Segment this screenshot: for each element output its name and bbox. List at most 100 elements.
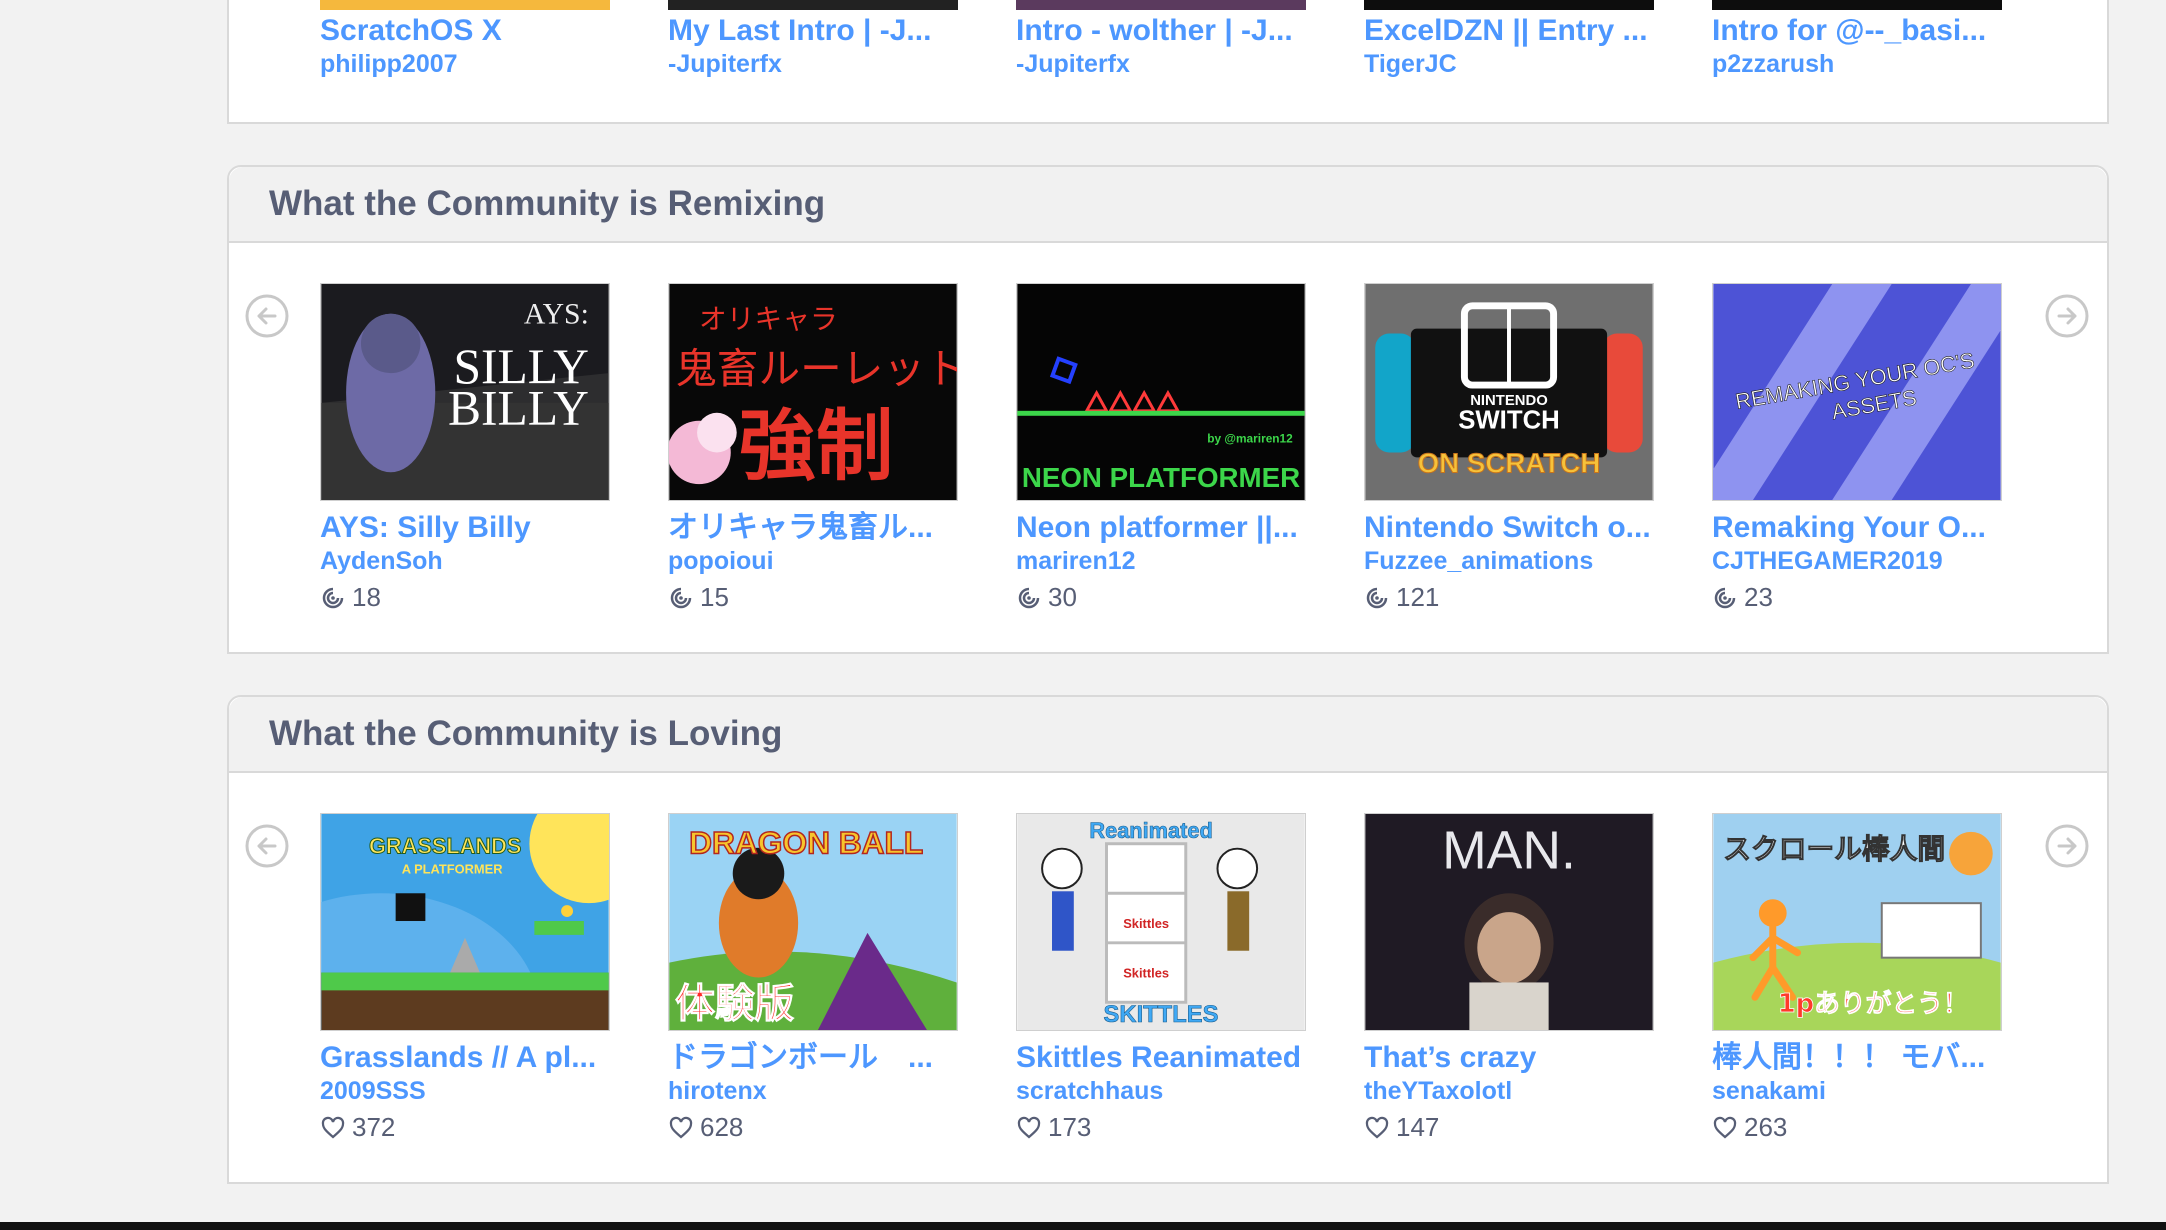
loving-section: What the Community is Loving GRASSLANDS … [227,695,2109,1184]
remix-count: 23 [1712,582,2002,613]
project-author[interactable]: mariren12 [1016,546,1306,576]
project-author[interactable]: senakami [1712,1076,2002,1106]
love-count: 628 [668,1112,958,1143]
project-card[interactable]: by @mariren12 NEON PLATFORMER Neon platf… [1016,283,1306,613]
top-project-card[interactable]: Intro for @--_basi... p2zzarush [1712,0,2002,79]
love-count-value: 147 [1396,1112,1440,1142]
arrow-left-icon[interactable] [244,823,290,869]
project-author[interactable]: TigerJC [1364,49,1654,79]
remix-icon [1714,587,1736,608]
section-header: What the Community is Remixing [229,167,2107,243]
love-count: 173 [1016,1112,1306,1143]
project-title[interactable]: Neon platformer ||... [1016,511,1306,545]
project-title[interactable]: That’s crazy [1364,1041,1654,1075]
top-project-card[interactable]: ScratchOS X philipp2007 [320,0,610,79]
project-title[interactable]: Grasslands // A pl... [320,1041,610,1075]
project-author[interactable]: -Jupiterfx [668,49,958,79]
remix-count: 30 [1016,582,1306,613]
project-title[interactable]: ExcelDZN || Entry ... [1364,14,1654,48]
project-title[interactable]: Nintendo Switch o... [1364,511,1654,545]
project-card[interactable]: AYS: SILLY BILLY AYS: Silly Billy AydenS… [320,283,610,613]
project-title[interactable]: Intro for @--_basi... [1712,14,2002,48]
project-card[interactable]: DRAGON BALL 体験版 ドラゴンボール ... hirotenx 628 [668,813,958,1143]
remixing-section: What the Community is Remixing AYS: SILL… [227,165,2109,654]
project-thumbnail[interactable] [1364,0,1654,10]
project-author[interactable]: -Jupiterfx [1016,49,1306,79]
project-carousel: GRASSLANDS A PLATFORMER Grasslands // A … [320,813,2060,1153]
love-count-value: 372 [352,1112,396,1142]
project-thumbnail[interactable]: AYS: SILLY BILLY [320,283,610,501]
project-thumbnail[interactable]: DRAGON BALL 体験版 [668,813,958,1031]
thumb-text: AYS: [524,299,589,331]
heart-icon [1713,1116,1737,1138]
project-author[interactable]: scratchhaus [1016,1076,1306,1106]
love-count-value: 263 [1744,1112,1788,1142]
heart-icon [321,1116,345,1138]
project-author[interactable]: CJTHEGAMER2019 [1712,546,2002,576]
top-project-card[interactable]: Intro - wolther | -J... -Jupiterfx [1016,0,1306,79]
project-title[interactable]: オリキャラ鬼畜ル... [668,511,958,545]
project-thumbnail[interactable]: Reanimated Skittles Skittles SKITTLES [1016,813,1306,1031]
thumb-text: オリキャラ [699,303,838,336]
project-thumbnail[interactable]: GRASSLANDS A PLATFORMER [320,813,610,1031]
project-card[interactable]: GRASSLANDS A PLATFORMER Grasslands // A … [320,813,610,1143]
top-project-card[interactable]: ExcelDZN || Entry ... TigerJC [1364,0,1654,79]
remix-count: 15 [668,582,958,613]
thumb-text: ON SCRATCH [1418,447,1601,478]
love-count-value: 628 [700,1112,744,1142]
window-bottom-edge [0,1222,2166,1230]
thumb-text: MAN. [1442,821,1576,880]
thumb-text: NEON PLATFORMER [1022,462,1300,493]
thumb-text: 鬼畜ルーレット [675,344,957,393]
project-thumbnail[interactable]: NINTENDO SWITCH ON SCRATCH [1364,283,1654,501]
love-count: 263 [1712,1112,2002,1143]
project-thumbnail[interactable]: MAN. [1364,813,1654,1031]
project-author[interactable]: theYTaxolotl [1364,1076,1654,1106]
project-card[interactable]: Reanimated Skittles Skittles SKITTLES Sk… [1016,813,1306,1143]
project-thumbnail[interactable] [320,0,610,10]
project-thumbnail[interactable] [1016,0,1306,10]
thumb-text: A PLATFORMER [402,861,504,876]
project-thumbnail[interactable] [1712,0,2002,10]
top-project-card[interactable]: My Last Intro | -J... -Jupiterfx [668,0,958,79]
project-title[interactable]: Remaking Your O... [1712,511,2002,545]
project-title[interactable]: ドラゴンボール ... [668,1041,958,1075]
remix-count-value: 30 [1048,582,1077,612]
project-author[interactable]: AydenSoh [320,546,610,576]
project-title[interactable]: 棒人間！！！ モバ... [1712,1041,2002,1075]
project-author[interactable]: hirotenx [668,1076,958,1106]
project-thumbnail[interactable] [668,0,958,10]
thumb-text: Skittles [1123,965,1169,980]
project-thumbnail[interactable]: スクロール棒人間 1pありがとう！ [1712,813,2002,1031]
thumb-text: SWITCH [1458,407,1560,435]
project-author[interactable]: 2009SSS [320,1076,610,1106]
project-title[interactable]: Skittles Reanimated [1016,1041,1306,1075]
project-card[interactable]: NINTENDO SWITCH ON SCRATCH Nintendo Swit… [1364,283,1654,613]
thumb-text: スクロール棒人間 [1723,833,1945,866]
project-card[interactable]: スクロール棒人間 1pありがとう！ 棒人間！！！ モバ... senakami … [1712,813,2002,1143]
project-title[interactable]: Intro - wolther | -J... [1016,14,1306,48]
project-title[interactable]: ScratchOS X [320,14,610,48]
project-author[interactable]: popoioui [668,546,958,576]
remix-count: 18 [320,582,610,613]
project-card[interactable]: オリキャラ 鬼畜ルーレット 強制 オリキャラ鬼畜ル... popoioui 15 [668,283,958,613]
section-title: What the Community is Remixing [269,184,826,223]
project-author[interactable]: philipp2007 [320,49,610,79]
project-card[interactable]: MAN. That’s crazy theYTaxolotl 147 [1364,813,1654,1143]
project-thumbnail[interactable]: REMAKING YOUR OC'S ASSETS [1712,283,2002,501]
project-author[interactable]: Fuzzee_animations [1364,546,1654,576]
remix-count-value: 15 [700,582,729,612]
love-count: 372 [320,1112,610,1143]
arrow-left-icon[interactable] [244,293,290,339]
project-thumbnail[interactable]: by @mariren12 NEON PLATFORMER [1016,283,1306,501]
remix-icon [1366,587,1388,608]
thumb-text: Skittles [1123,916,1169,931]
project-title[interactable]: AYS: Silly Billy [320,511,610,545]
project-card[interactable]: REMAKING YOUR OC'S ASSETS Remaking Your … [1712,283,2002,613]
featured-row-box: ScratchOS X philipp2007 My Last Intro | … [227,0,2109,124]
project-thumbnail[interactable]: オリキャラ 鬼畜ルーレット 強制 [668,283,958,501]
remix-icon [322,587,344,608]
remix-count-value: 121 [1396,582,1440,612]
project-author[interactable]: p2zzarush [1712,49,2002,79]
project-title[interactable]: My Last Intro | -J... [668,14,958,48]
